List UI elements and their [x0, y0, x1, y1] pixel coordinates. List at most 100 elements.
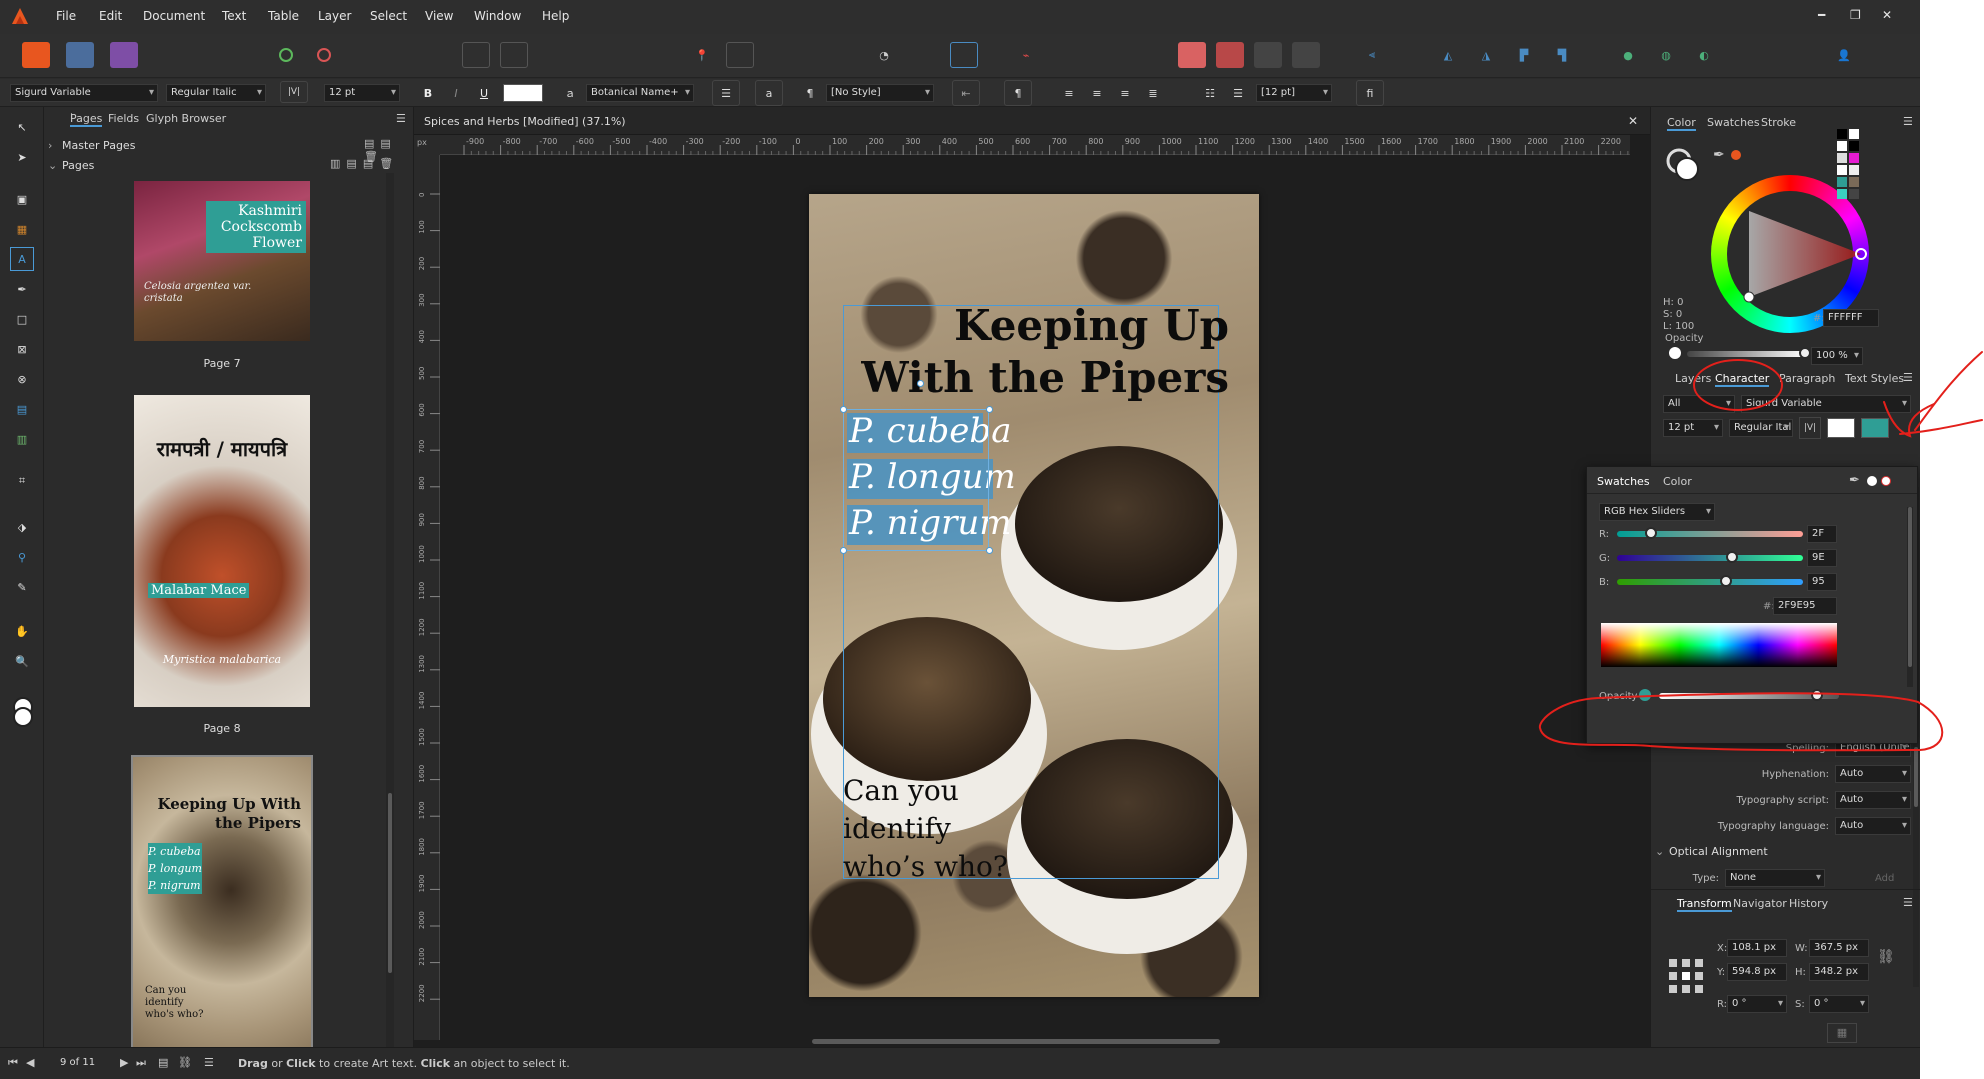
ellipse-frame-tool-icon[interactable]: ⊗ [10, 367, 34, 391]
picture-frame-tool-icon[interactable]: ⊠ [10, 337, 34, 361]
fill-tool-icon[interactable]: ⬗ [10, 515, 34, 539]
blue-slider-knob[interactable] [1719, 575, 1732, 587]
boolean-add-icon[interactable]: ● [1614, 42, 1642, 68]
menu-select[interactable]: Select [370, 9, 407, 23]
character-stroke-swatch[interactable] [1827, 418, 1855, 438]
menu-table[interactable]: Table [268, 9, 299, 23]
tab-transform[interactable]: Transform [1677, 897, 1732, 912]
popover-hex-input[interactable]: 2F9E95 [1773, 597, 1837, 615]
add-page-icon[interactable]: ▤ [346, 157, 362, 170]
character-size-select[interactable]: 12 pt [1663, 419, 1723, 437]
character-font-select[interactable]: Sigurd Variable [1741, 395, 1911, 413]
fill-stroke-color-icon[interactable] [10, 697, 36, 731]
panel-menu-icon[interactable]: ☰ [396, 112, 406, 125]
text-frame-icon[interactable]: ☰ [712, 80, 740, 106]
rotation-handle-icon[interactable] [917, 380, 924, 387]
photo-persona-icon[interactable] [110, 42, 138, 68]
tab-fields[interactable]: Fields [108, 112, 139, 125]
node-tool-icon[interactable]: ➤ [10, 145, 34, 169]
color-mode-select[interactable]: RGB Hex Sliders [1599, 503, 1715, 521]
vertical-ruler[interactable]: 0 100 200 300 400 500 600 700 800 900 1000 1100 1200… [414, 155, 440, 1040]
align-right-icon[interactable]: ≡ [1111, 80, 1139, 106]
crop-tool-icon[interactable]: ⌗ [10, 469, 34, 493]
spread-icon[interactable]: ▥ [330, 157, 346, 170]
fill-stroke-icon[interactable] [1665, 147, 1699, 181]
canvas-h-scrollbar[interactable] [440, 1036, 1630, 1046]
document-setup-icon[interactable] [272, 42, 300, 68]
preferences-icon[interactable] [310, 42, 338, 68]
publisher-persona-icon[interactable] [22, 42, 50, 68]
tab-paragraph[interactable]: Paragraph [1779, 372, 1835, 385]
page-indicator[interactable]: 9 of 11 [60, 1057, 95, 1068]
justify-icon[interactable]: ≣ [1139, 80, 1167, 106]
menu-help[interactable]: Help [542, 9, 569, 23]
last-page-icon[interactable]: ⏭ [136, 1056, 146, 1070]
pages-scrollbar-thumb[interactable] [388, 793, 392, 973]
headline[interactable]: Keeping Up With the Pipers [861, 300, 1229, 404]
character-scope-select[interactable]: All [1663, 395, 1735, 413]
menu-window[interactable]: Window [474, 9, 521, 23]
color-opacity-knob[interactable] [1799, 347, 1811, 359]
color-opacity-slider[interactable] [1687, 351, 1805, 357]
pilcrow-toggle-icon[interactable]: ¶ [1004, 80, 1032, 106]
character-style-button[interactable]: a [755, 80, 783, 106]
color-panel-menu-icon[interactable]: ☰ [1903, 115, 1913, 128]
arrange-backward-icon[interactable] [1292, 42, 1320, 68]
green-slider-knob[interactable] [1726, 551, 1739, 563]
character-panel-menu-icon[interactable]: ☰ [1903, 371, 1913, 384]
red-input[interactable]: 2F [1807, 525, 1837, 543]
arrange-forward-icon[interactable] [1254, 42, 1282, 68]
style-select[interactable]: [No Style] [826, 84, 934, 102]
preflight-icon[interactable]: ◔ [870, 42, 898, 68]
align-icon[interactable]: ⫷ [1358, 42, 1386, 68]
character-scrollbar-thumb[interactable] [1914, 747, 1918, 807]
align-left-icon[interactable]: ≡ [1055, 80, 1083, 106]
page-thumbnail-9[interactable]: Keeping Up With the Pipers P. cubeba P. … [131, 755, 313, 1055]
menu-document[interactable]: Document [143, 9, 205, 23]
restore-icon[interactable]: ❐ [1850, 8, 1861, 22]
clip-mode-icon[interactable] [500, 42, 528, 68]
anchor-point-icon[interactable] [1667, 957, 1705, 995]
pin-icon[interactable]: 📍 [688, 42, 716, 68]
arrange-front-icon[interactable] [1178, 42, 1206, 68]
align-center-icon[interactable]: ≡ [1083, 80, 1111, 106]
duplicate-page-icon[interactable]: ▤ [363, 157, 379, 170]
hex-input[interactable]: FFFFFF [1823, 309, 1879, 327]
color-spectrum[interactable] [1601, 623, 1837, 667]
transform-options-icon[interactable]: ▦ [1827, 1023, 1857, 1043]
document-page[interactable]: Keeping Up With the Pipers P. cubeba P. … [809, 194, 1259, 997]
place-image-tool-icon[interactable]: ▤ [10, 397, 34, 421]
boolean-subtract-icon[interactable]: ◍ [1652, 42, 1680, 68]
character-kerning-icon[interactable]: |V| [1799, 417, 1821, 439]
move-tool-icon[interactable]: ↖ [10, 115, 34, 139]
artistic-text-tool-icon[interactable]: A [10, 247, 34, 271]
boolean-intersect-icon[interactable]: ◐ [1690, 42, 1718, 68]
red-slider-knob[interactable] [1645, 527, 1658, 539]
flip-horizontal-icon[interactable]: ◭ [1434, 42, 1462, 68]
tab-pages[interactable]: Pages [70, 112, 103, 127]
rotate-left-icon[interactable]: ▛ [1510, 42, 1538, 68]
notes-icon[interactable]: ☰ [204, 1056, 214, 1069]
page-thumbnail-7[interactable]: Kashmiri Cockscomb Flower Celosia argent… [134, 181, 310, 341]
popover-opacity-knob[interactable] [1811, 689, 1824, 701]
next-page-icon[interactable]: ▶ [120, 1056, 128, 1069]
table-tool-icon[interactable]: ▦ [10, 217, 34, 241]
first-page-icon[interactable]: ⏮ [8, 1056, 18, 1070]
optical-add-button[interactable]: Add [1875, 873, 1894, 884]
previous-page-icon[interactable]: ◀ [26, 1056, 34, 1069]
font-family-select[interactable]: Sigurd Variable [10, 84, 158, 102]
link-icon[interactable]: ⛓ [178, 1056, 192, 1069]
frame-text-icon[interactable] [950, 42, 978, 68]
green-slider[interactable] [1617, 555, 1803, 561]
character-style-select[interactable]: Regular Ital [1729, 419, 1793, 437]
frame-text-tool-icon[interactable]: ▣ [10, 187, 34, 211]
green-input[interactable]: 9E [1807, 549, 1837, 567]
kerning-icon[interactable]: |V| [280, 81, 308, 103]
transform-rotation-input[interactable]: 0 ° [1727, 995, 1787, 1013]
master-pages-section[interactable]: › Master Pages [48, 137, 408, 153]
close-window-icon[interactable]: ✕ [1882, 8, 1892, 22]
numbered-list-icon[interactable]: ☰ [1224, 80, 1252, 106]
resize-handle-tl-icon[interactable] [840, 406, 847, 413]
document-title[interactable]: Spices and Herbs [Modified] (37.1%) [424, 115, 626, 128]
vector-crop-tool-icon[interactable]: ▥ [10, 427, 34, 451]
